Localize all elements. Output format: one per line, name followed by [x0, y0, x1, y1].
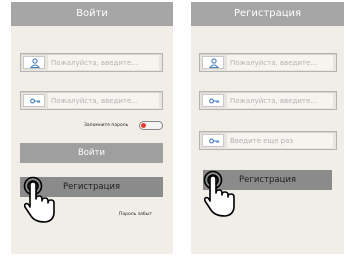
- reg-password-field[interactable]: [199, 91, 337, 110]
- login-title: Войти: [11, 2, 173, 26]
- pointing-hand-icon: [23, 176, 55, 223]
- username-input[interactable]: [48, 55, 159, 70]
- login-button[interactable]: Войти: [20, 143, 163, 163]
- reg-username-input[interactable]: [227, 55, 333, 70]
- reg-password-input[interactable]: [227, 93, 333, 108]
- password-input[interactable]: [48, 93, 159, 108]
- key-icon: [23, 94, 45, 107]
- key-icon: [202, 94, 224, 107]
- toggle-knob: [141, 123, 146, 128]
- remember-label: Запомните пароль: [84, 123, 129, 128]
- forgot-password-link[interactable]: Пароль забыт: [119, 212, 152, 217]
- reg-username-field[interactable]: [199, 53, 337, 72]
- username-field[interactable]: [20, 53, 163, 72]
- user-icon: [202, 56, 224, 69]
- password-field[interactable]: [20, 91, 163, 110]
- login-screen: Войти Запомните пароль Войти Регистрация…: [11, 2, 173, 254]
- register-screen: Регистрация Регистрация: [191, 2, 344, 254]
- user-icon: [23, 56, 45, 69]
- key-icon: [202, 134, 224, 147]
- reg-confirm-input[interactable]: [227, 133, 333, 148]
- register-title: Регистрация: [191, 2, 344, 26]
- pointing-hand-icon: [203, 170, 235, 217]
- reg-confirm-field[interactable]: [199, 131, 337, 150]
- remember-toggle[interactable]: [139, 121, 163, 130]
